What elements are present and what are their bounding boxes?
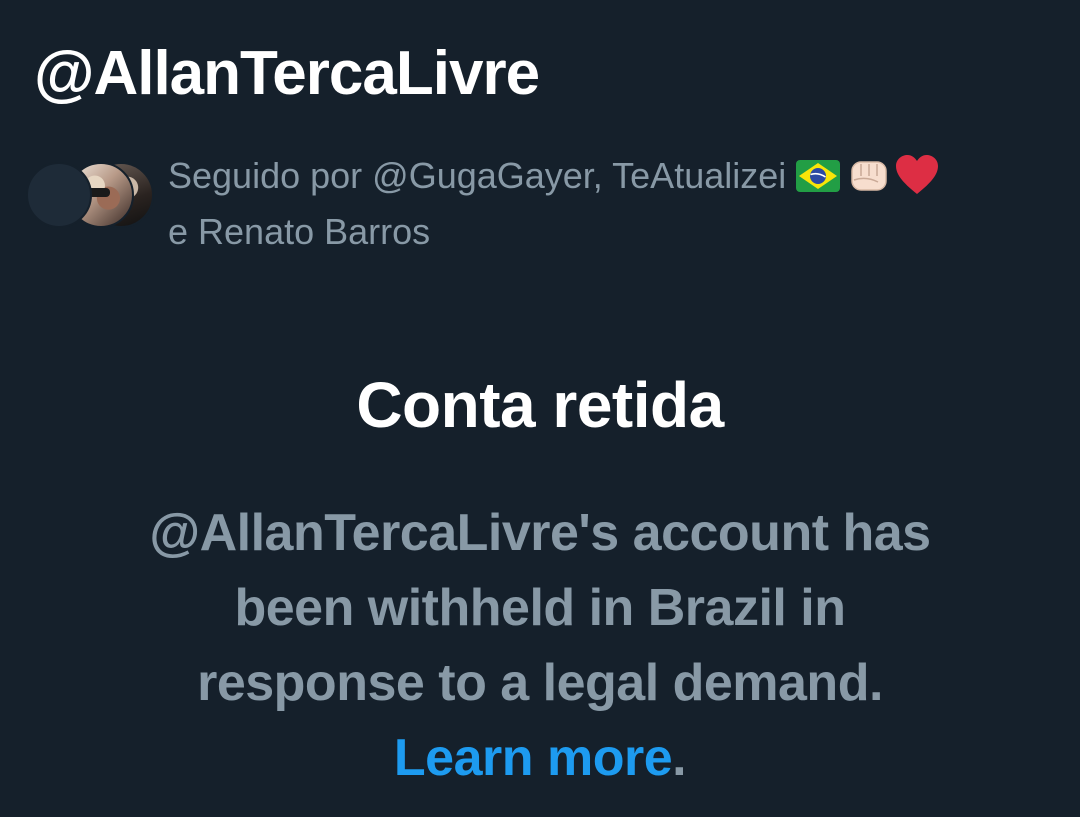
followed-by-text[interactable]: Seguido por @GugaGayer, TeAtualizei e Re… xyxy=(168,148,940,260)
followed-by-line-2: e Renato Barros xyxy=(168,211,431,252)
learn-more-link[interactable]: Learn more xyxy=(394,729,673,787)
fist-icon xyxy=(851,161,888,191)
follower-avatars[interactable] xyxy=(26,162,156,232)
followed-by-line-1: Seguido por @GugaGayer, TeAtualizei xyxy=(168,155,787,196)
follower-avatar[interactable] xyxy=(26,162,92,228)
red-heart-icon xyxy=(896,155,939,194)
brazil-flag-icon xyxy=(796,160,841,192)
followed-by-section[interactable]: Seguido por @GugaGayer, TeAtualizei e Re… xyxy=(26,148,1056,258)
withheld-message: @AllanTercaLivre's account has been with… xyxy=(130,496,950,796)
withheld-title: Conta retida xyxy=(356,369,724,441)
withheld-message-text: @AllanTercaLivre's account has been with… xyxy=(149,504,931,712)
profile-handle: @AllanTercaLivre xyxy=(34,39,540,108)
message-period: . xyxy=(672,729,687,787)
